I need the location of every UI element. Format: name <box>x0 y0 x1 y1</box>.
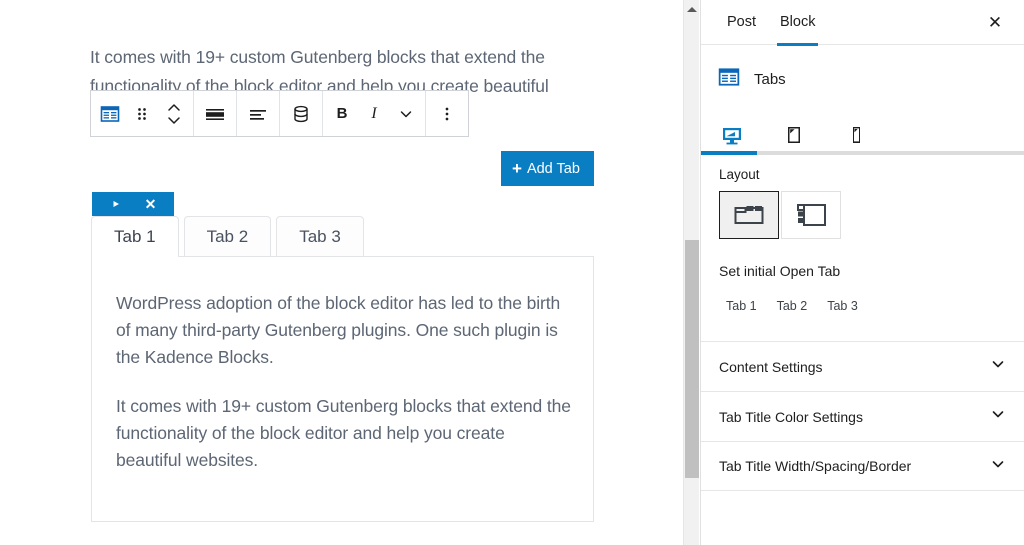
tablet-icon[interactable] <box>781 123 807 149</box>
initial-tab-label: Tab 1 <box>726 299 757 313</box>
tab-block[interactable]: Block <box>768 0 827 45</box>
tab-block-label: Block <box>780 14 815 30</box>
italic-button[interactable]: I <box>358 92 390 136</box>
toolbar-group-text-align <box>237 91 280 136</box>
toolbar-group-database <box>280 91 323 136</box>
text-align-icon[interactable] <box>240 92 276 136</box>
accordion-content-settings[interactable]: Content Settings <box>701 341 1024 391</box>
add-tab-button[interactable]: + Add Tab <box>501 151 594 186</box>
tab-strip: Tab 1 Tab 2 Tab 3 <box>91 216 369 256</box>
bold-button[interactable]: B <box>326 92 358 136</box>
editor-canvas: It comes with 19+ custom Gutenberg block… <box>0 0 681 545</box>
initial-tab-option-3[interactable]: Tab 3 <box>825 297 860 315</box>
tab-panel-content[interactable]: WordPress adoption of the block editor h… <box>91 256 594 522</box>
initial-tab-label: Tab 3 <box>827 299 858 313</box>
play-triangle-icon[interactable] <box>103 193 129 215</box>
device-preview-tabs <box>701 97 1024 149</box>
block-type-icon[interactable] <box>94 92 126 136</box>
tab-label: Tab 2 <box>207 227 249 247</box>
editor-scrollbar[interactable] <box>683 0 699 545</box>
layout-section: Layout <box>701 149 1024 315</box>
accordion-label: Tab Title Width/Spacing/Border <box>719 458 911 474</box>
block-name-label: Tabs <box>754 71 786 88</box>
block-settings-sidebar: Post Block ✕ <box>700 0 1024 545</box>
toolbar-group-block <box>91 91 194 136</box>
panel-paragraph-2: It comes with 19+ custom Gutenberg block… <box>116 393 571 474</box>
layout-options <box>719 191 1006 239</box>
scrollbar-thumb[interactable] <box>685 240 699 478</box>
layout-label: Layout <box>719 167 1006 182</box>
vertical-tabs-layout-icon[interactable] <box>781 191 841 239</box>
tab-post[interactable]: Post <box>715 0 768 45</box>
accordion-tab-title-color-settings[interactable]: Tab Title Color Settings <box>701 391 1024 441</box>
desktop-icon[interactable] <box>719 123 745 149</box>
chevron-down-icon <box>990 406 1006 427</box>
toolbar-group-align <box>194 91 237 136</box>
sidebar-tab-bar: Post Block ✕ <box>701 0 1024 45</box>
toolbar-group-options <box>426 91 468 136</box>
initial-tab-label: Tab 2 <box>777 299 808 313</box>
tab-label: Tab 3 <box>299 227 341 247</box>
accordion-label: Content Settings <box>719 359 823 375</box>
italic-label: I <box>371 105 376 123</box>
chevron-down-icon[interactable] <box>390 92 422 136</box>
tab-item-3[interactable]: Tab 3 <box>276 216 364 256</box>
close-icon: ✕ <box>145 197 157 211</box>
initial-tab-option-2[interactable]: Tab 2 <box>775 297 810 315</box>
close-icon: ✕ <box>988 13 1002 33</box>
bold-label: B <box>337 105 348 122</box>
horizontal-tabs-layout-icon[interactable] <box>719 191 779 239</box>
align-full-width-icon[interactable] <box>197 92 233 136</box>
delete-tab-button[interactable]: ✕ <box>138 193 164 215</box>
initial-open-tab-options: Tab 1 Tab 2 Tab 3 <box>719 297 1006 315</box>
accordion-tab-title-width-spacing-border[interactable]: Tab Title Width/Spacing/Border <box>701 441 1024 491</box>
plus-icon: + <box>512 160 522 177</box>
close-sidebar-button[interactable]: ✕ <box>982 10 1008 36</box>
drag-handle-icon[interactable] <box>126 92 158 136</box>
panel-paragraph-1: WordPress adoption of the block editor h… <box>116 290 571 371</box>
chevron-down-icon <box>990 356 1006 377</box>
gutenberg-editor-window: It comes with 19+ custom Gutenberg block… <box>0 0 1024 545</box>
settings-accordion: Content Settings Tab Title Color Setting… <box>701 341 1024 491</box>
accordion-label: Tab Title Color Settings <box>719 409 863 425</box>
move-up-down-icon[interactable] <box>158 92 190 136</box>
selected-block-info: Tabs <box>701 45 1024 97</box>
tab-item-2[interactable]: Tab 2 <box>184 216 272 256</box>
tabs-block-icon <box>718 66 740 93</box>
device-active-indicator <box>701 151 757 155</box>
chevron-down-icon <box>990 456 1006 477</box>
more-options-vertical-dots-icon[interactable] <box>429 92 465 136</box>
initial-tab-option-1[interactable]: Tab 1 <box>724 297 759 315</box>
mobile-icon[interactable] <box>843 123 869 149</box>
scroll-up-arrow-icon[interactable] <box>687 7 697 12</box>
toolbar-group-format: B I <box>323 91 426 136</box>
tab-item-1[interactable]: Tab 1 <box>91 216 179 256</box>
tab-post-label: Post <box>727 14 756 30</box>
block-toolbar: B I <box>90 90 469 137</box>
add-tab-label: Add Tab <box>527 161 580 177</box>
tab-label: Tab 1 <box>114 227 156 247</box>
tab-mini-toolbar: ✕ <box>92 192 174 216</box>
database-icon[interactable] <box>283 92 319 136</box>
initial-open-tab-label: Set initial Open Tab <box>719 263 1006 279</box>
